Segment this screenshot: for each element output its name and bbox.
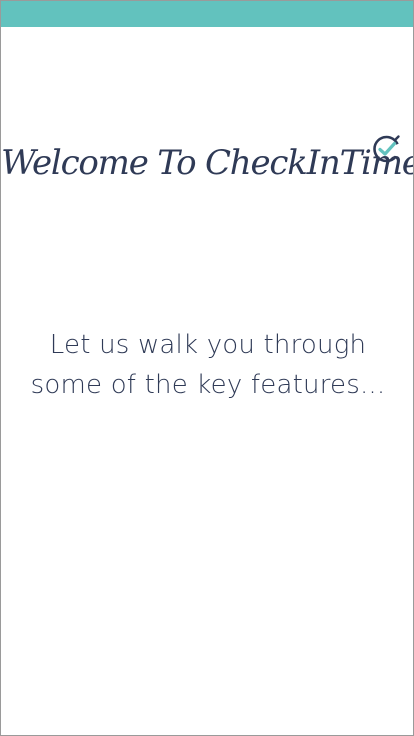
intro-text: Let us walk you through some of the key …: [1, 325, 413, 405]
status-bar: [1, 1, 413, 27]
intro-line-1: Let us walk you through: [49, 330, 367, 360]
onboarding-screen: Welcome To CheckInTime Let us walk you t…: [0, 0, 414, 736]
welcome-title: Welcome To CheckInTime: [1, 143, 414, 183]
check-clock-icon: [373, 135, 400, 163]
intro-line-2: some of the key features...: [30, 370, 386, 400]
